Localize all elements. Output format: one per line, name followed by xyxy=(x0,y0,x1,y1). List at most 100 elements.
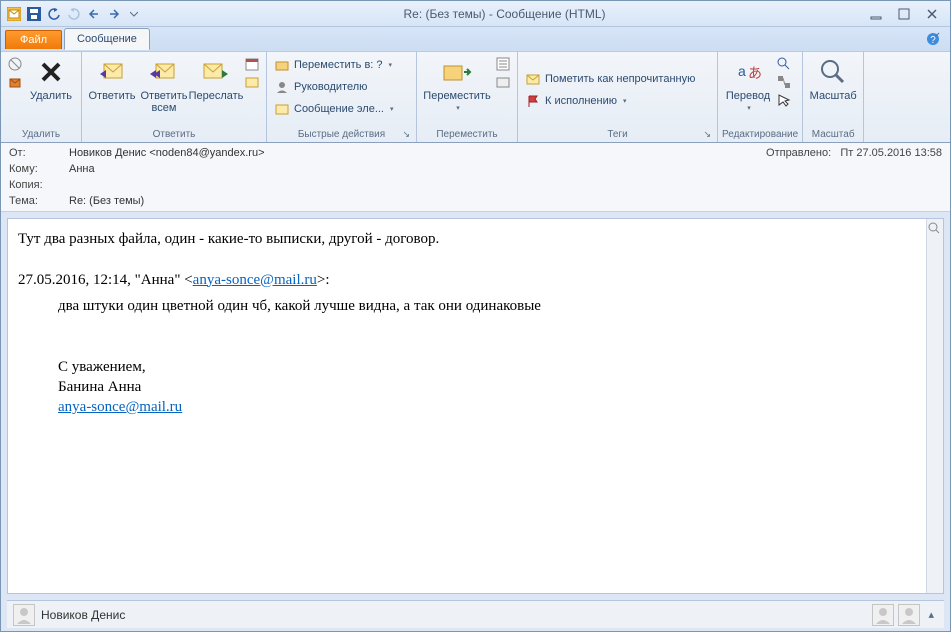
forward-icon xyxy=(200,56,232,88)
people-pane: Новиков Денис ▴ xyxy=(7,600,944,628)
actions-icon[interactable] xyxy=(495,74,511,90)
unread-icon xyxy=(525,71,541,87)
move-group-label: Переместить xyxy=(436,129,497,140)
next-item-icon[interactable] xyxy=(105,5,123,23)
window-controls xyxy=(866,6,946,22)
message-tab[interactable]: Сообщение xyxy=(64,28,150,50)
ignore-icon[interactable] xyxy=(7,56,23,72)
quoted-line: два штуки один цветной один чб, какой лу… xyxy=(58,296,933,316)
previous-item-icon[interactable] xyxy=(85,5,103,23)
quote-email-link[interactable]: anya-sonce@mail.ru xyxy=(193,272,317,288)
ribbon-group-move: Переместить ▾ Переместить xyxy=(417,52,518,142)
chevron-down-icon: ▾ xyxy=(389,61,393,69)
maximize-button[interactable] xyxy=(894,6,914,22)
move-label: Переместить xyxy=(423,90,490,102)
people-name: Новиков Денис xyxy=(41,608,125,622)
to-label: Кому: xyxy=(9,163,69,175)
ribbon-tabs: Файл Сообщение ? xyxy=(1,27,950,51)
from-label: От: xyxy=(9,147,69,159)
save-icon[interactable] xyxy=(25,5,43,23)
translate-button[interactable]: aあ Перевод ▾ xyxy=(722,54,774,114)
undo-icon[interactable] xyxy=(45,5,63,23)
team-email-button[interactable]: Сообщение эле...▾ xyxy=(271,98,397,120)
message-headers: От: Новиков Денис <noden84@yandex.ru> От… xyxy=(1,143,950,212)
zoom-button[interactable]: Масштаб xyxy=(807,54,859,104)
reply-button[interactable]: Ответить xyxy=(86,54,138,104)
manager-icon xyxy=(274,79,290,95)
group-launcher-icon[interactable]: ↘ xyxy=(400,129,412,140)
ribbon: Удалить Удалить Ответить Ответить всем П… xyxy=(1,51,950,143)
avatar-thumb-2[interactable] xyxy=(898,604,920,626)
follow-up-button[interactable]: К исполнению▾ xyxy=(522,90,630,112)
ribbon-group-tags: Пометить как непрочитанную К исполнению▾… xyxy=(518,52,718,142)
file-tab[interactable]: Файл xyxy=(5,30,62,49)
ribbon-group-delete: Удалить Удалить xyxy=(1,52,82,142)
find-icon[interactable] xyxy=(776,56,792,72)
translate-icon: aあ xyxy=(732,56,764,88)
reply-all-button[interactable]: Ответить всем xyxy=(138,54,190,116)
delete-button[interactable]: Удалить xyxy=(25,54,77,104)
zoom-label: Масштаб xyxy=(810,90,857,102)
rules-icon[interactable] xyxy=(495,56,511,72)
meeting-icon[interactable] xyxy=(244,56,260,72)
delete-group-label: Удалить xyxy=(22,129,60,140)
window-title: Re: (Без темы) - Сообщение (HTML) xyxy=(143,7,866,21)
related-icon[interactable] xyxy=(776,74,792,90)
forward-label: Переслать xyxy=(189,90,244,102)
reply-icon xyxy=(96,56,128,88)
from-value: Новиков Денис <noden84@yandex.ru> xyxy=(69,147,766,159)
to-manager-button[interactable]: Руководителю xyxy=(271,76,370,98)
scrollbar[interactable] xyxy=(926,219,943,593)
subject-value: Re: (Без темы) xyxy=(69,195,942,207)
zoom-group-label: Масштаб xyxy=(812,129,855,140)
title-bar: Re: (Без темы) - Сообщение (HTML) xyxy=(1,1,950,27)
team-email-icon xyxy=(274,101,290,117)
svg-text:a: a xyxy=(738,63,746,79)
zoom-icon xyxy=(817,56,849,88)
chevron-down-icon: ▾ xyxy=(747,104,751,112)
flag-icon xyxy=(525,93,541,109)
qat-customize-icon[interactable] xyxy=(125,5,143,23)
collapse-people-pane[interactable]: ▴ xyxy=(924,608,938,621)
ribbon-group-zoom: Масштаб Масштаб xyxy=(803,52,864,142)
signature-line2: Банина Анна xyxy=(58,377,933,397)
chevron-down-icon: ▾ xyxy=(390,105,394,113)
translate-label: Перевод xyxy=(726,90,770,102)
more-respond-icon[interactable] xyxy=(244,74,260,90)
sent-value: Пт 27.05.2016 13:58 xyxy=(840,147,942,159)
quote-header: 27.05.2016, 12:14, "Анна" <anya-sonce@ma… xyxy=(18,270,933,290)
group-launcher-icon[interactable]: ↘ xyxy=(701,129,713,140)
app-icon[interactable] xyxy=(5,5,23,23)
quoted-block: два штуки один цветной один чб, какой лу… xyxy=(58,296,933,418)
delete-icon xyxy=(35,56,67,88)
chevron-down-icon: ▾ xyxy=(623,97,627,105)
redo-icon[interactable] xyxy=(65,5,83,23)
close-button[interactable] xyxy=(922,6,942,22)
signature-email-link[interactable]: anya-sonce@mail.ru xyxy=(58,399,182,415)
zoom-body-icon[interactable] xyxy=(927,221,941,235)
folder-move-icon xyxy=(274,57,290,73)
junk-icon[interactable] xyxy=(7,74,23,90)
sent-block: Отправлено: Пт 27.05.2016 13:58 xyxy=(766,147,942,159)
move-to-button[interactable]: Переместить в: ?▾ xyxy=(271,54,395,76)
chevron-down-icon: ▾ xyxy=(456,104,460,112)
forward-button[interactable]: Переслать xyxy=(190,54,242,104)
avatar[interactable] xyxy=(13,604,35,626)
body-line1: Тут два разных файла, один - какие-то вы… xyxy=(18,229,933,249)
message-body[interactable]: Тут два разных файла, один - какие-то вы… xyxy=(8,219,943,427)
delete-label: Удалить xyxy=(30,90,72,102)
avatar-thumb-1[interactable] xyxy=(872,604,894,626)
cc-value xyxy=(69,179,942,191)
ribbon-group-editing: aあ Перевод ▾ Редактирование xyxy=(718,52,803,142)
ribbon-group-quicksteps: Переместить в: ?▾ Руководителю Сообщение… xyxy=(267,52,417,142)
editing-group-label: Редактирование xyxy=(722,129,798,140)
minimize-button[interactable] xyxy=(866,6,886,22)
sent-label: Отправлено: xyxy=(766,147,831,159)
tags-group-label: Теги xyxy=(607,129,627,140)
select-icon[interactable] xyxy=(776,92,792,108)
reply-all-label: Ответить всем xyxy=(140,90,188,114)
move-button[interactable]: Переместить ▾ xyxy=(421,54,493,114)
mark-unread-button[interactable]: Пометить как непрочитанную xyxy=(522,68,698,90)
help-icon[interactable]: ? xyxy=(920,32,946,46)
subject-label: Тема: xyxy=(9,195,69,207)
